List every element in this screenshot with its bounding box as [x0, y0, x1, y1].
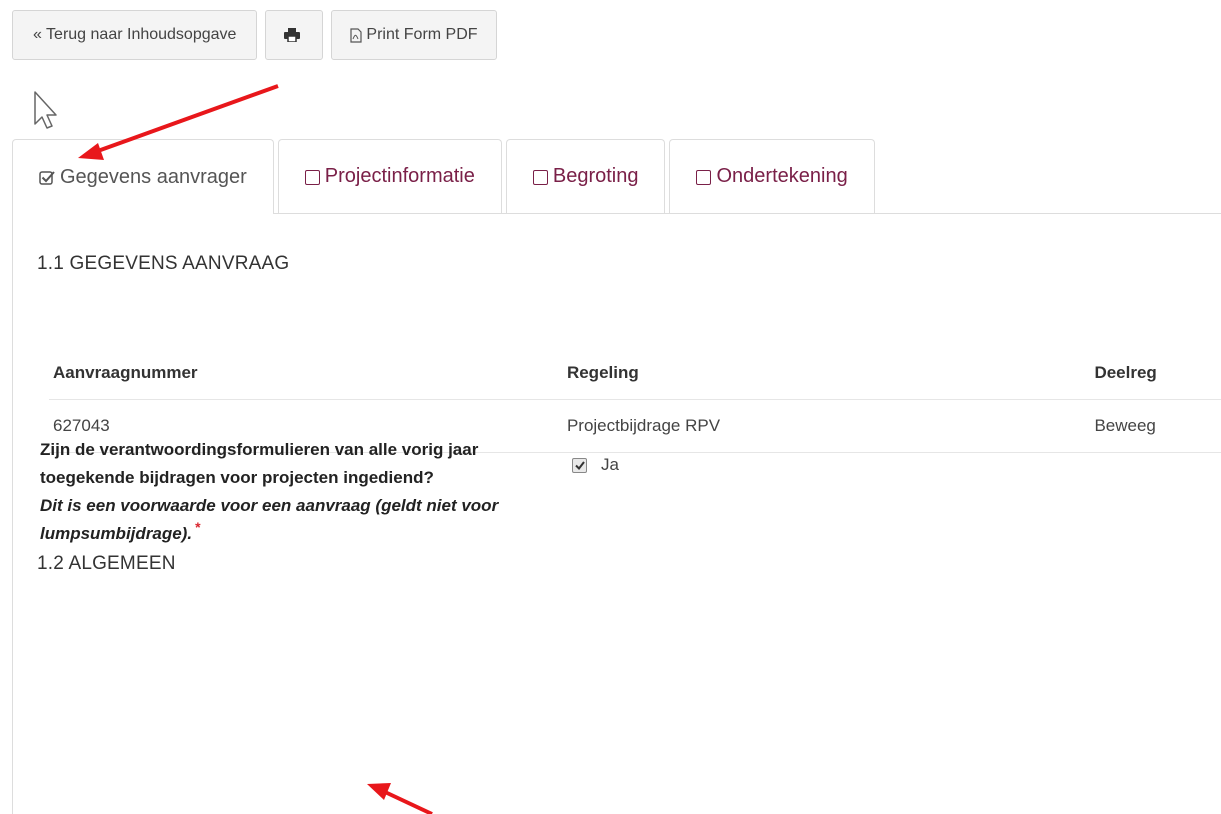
tab-ondertekening[interactable]: Ondertekening [669, 139, 875, 213]
mouse-cursor-icon [33, 90, 57, 135]
pdf-file-icon [350, 27, 363, 43]
answer-label: Ja [601, 455, 619, 474]
checked-box-icon [39, 170, 55, 185]
table-cell: 627043 [53, 416, 110, 435]
unchecked-box-icon [696, 170, 712, 185]
tab-label: Begroting [552, 165, 639, 187]
table-header-row: Aanvraagnummer Regeling Deelreg [49, 347, 1221, 400]
answer-ja[interactable]: Ja [572, 455, 619, 475]
column-header: Regeling [566, 363, 639, 382]
column-header: Aanvraagnummer [53, 363, 198, 382]
table-cell: Beweeg [1094, 416, 1156, 435]
tab-label: Projectinformatie [324, 165, 475, 187]
toolbar: « Terug naar Inhoudsopgave Print Form PD… [12, 10, 497, 60]
print-button[interactable] [265, 10, 324, 60]
tab-label: Ondertekening [716, 165, 848, 187]
section-title-gegevens-aanvraag: 1.1 GEGEVENS AANVRAAG [37, 253, 290, 274]
question-block: Zijn de verantwoordingsformulieren van a… [40, 436, 550, 548]
tab-label: Gegevens aanvrager [60, 165, 247, 188]
form-tabs: Gegevens aanvrager Projectinformatie Beg… [12, 139, 1221, 214]
checkbox-ja[interactable] [572, 457, 587, 473]
question-note: Dit is een voorwaarde voor een aanvraag … [40, 496, 499, 543]
back-to-contents-button[interactable]: « Terug naar Inhoudsopgave [12, 10, 258, 60]
print-form-pdf-button[interactable]: Print Form PDF [331, 10, 497, 60]
checkmark-icon [574, 460, 585, 470]
section-title-algemeen: 1.2 ALGEMEEN [37, 553, 176, 574]
unchecked-box-icon [532, 170, 548, 185]
printer-icon [284, 28, 301, 42]
column-header: Deelreg [1094, 363, 1157, 382]
back-button-label: « Terug naar Inhoudsopgave [33, 26, 237, 43]
table-cell: Projectbijdrage RPV [566, 416, 721, 435]
required-marker: * [195, 519, 201, 535]
unchecked-box-icon [304, 170, 320, 185]
tab-gegevens-aanvrager[interactable]: Gegevens aanvrager [12, 139, 274, 214]
tab-begroting[interactable]: Begroting [505, 139, 666, 213]
pdf-button-label: Print Form PDF [366, 26, 478, 43]
question-text: Zijn de verantwoordingsformulieren van a… [40, 440, 479, 487]
tab-projectinformatie[interactable]: Projectinformatie [277, 139, 502, 213]
